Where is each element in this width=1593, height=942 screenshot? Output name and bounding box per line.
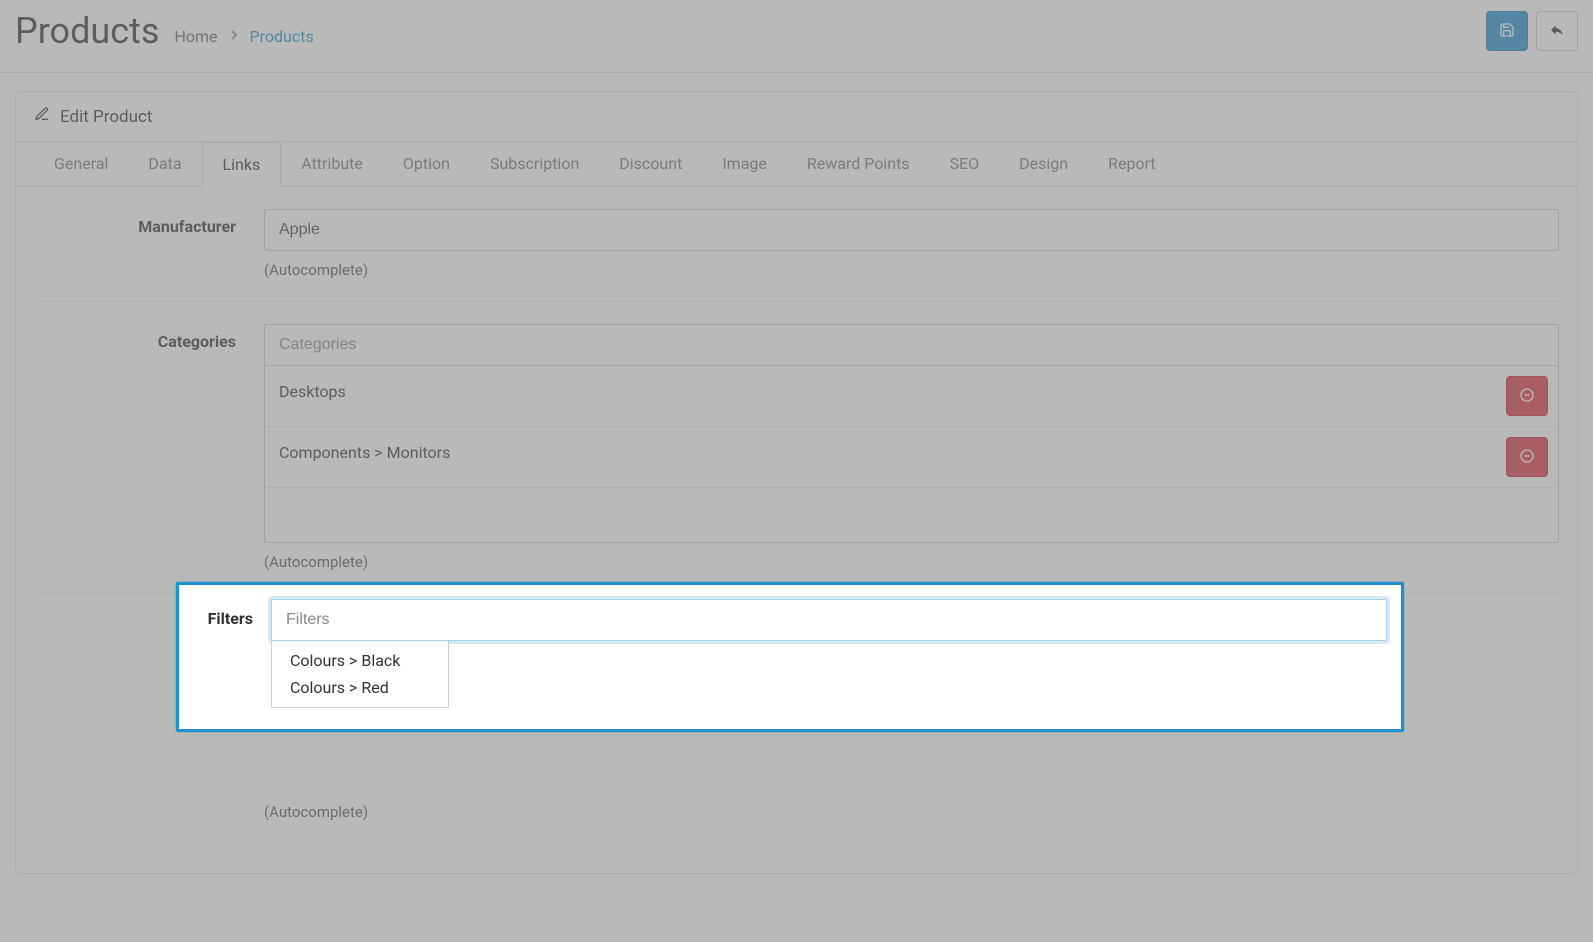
category-label: Desktops — [279, 376, 346, 401]
filters-help: (Autocomplete) — [264, 803, 1559, 821]
field-manufacturer: Manufacturer (Autocomplete) — [34, 187, 1559, 301]
categories-list: Desktops Components > Monitors — [264, 366, 1559, 543]
minus-circle-icon — [1519, 448, 1535, 467]
tab-attribute[interactable]: Attribute — [281, 142, 383, 186]
tab-report[interactable]: Report — [1088, 142, 1176, 186]
tab-reward-points[interactable]: Reward Points — [787, 142, 930, 186]
filters-label: Filters — [193, 599, 271, 709]
tab-seo[interactable]: SEO — [930, 142, 1000, 186]
tab-design[interactable]: Design — [999, 142, 1088, 186]
minus-circle-icon — [1519, 387, 1535, 406]
categories-input[interactable] — [264, 324, 1559, 366]
tab-links[interactable]: Links — [202, 142, 282, 187]
remove-category-button[interactable] — [1506, 437, 1548, 477]
categories-help: (Autocomplete) — [264, 553, 1559, 571]
panel-heading: Edit Product — [16, 92, 1577, 142]
filters-option[interactable]: Colours > Black — [272, 647, 448, 674]
header-buttons — [1486, 11, 1578, 51]
pencil-icon — [34, 106, 50, 127]
filters-input[interactable] — [271, 599, 1387, 641]
manufacturer-label: Manufacturer — [34, 209, 264, 279]
manufacturer-input[interactable] — [264, 209, 1559, 251]
category-row: Components > Monitors — [265, 427, 1558, 488]
tab-discount[interactable]: Discount — [599, 142, 702, 186]
tab-data[interactable]: Data — [128, 142, 201, 186]
filters-spotlight: Filters Colours > BlackColours > Red — [176, 582, 1404, 732]
back-button[interactable] — [1536, 11, 1578, 51]
tab-general[interactable]: General — [34, 142, 128, 186]
category-row: Desktops — [265, 366, 1558, 427]
page-title: Products — [15, 10, 159, 52]
page-header: Products Home Products — [0, 0, 1593, 73]
filters-autocomplete-dropdown: Colours > BlackColours > Red — [271, 641, 449, 708]
floppy-disk-icon — [1499, 22, 1515, 41]
panel-heading-text: Edit Product — [60, 107, 152, 127]
product-tabs: GeneralDataLinksAttributeOptionSubscript… — [16, 142, 1577, 187]
filters-option[interactable]: Colours > Red — [272, 674, 448, 701]
category-label: Components > Monitors — [279, 437, 450, 462]
category-row-empty — [265, 488, 1558, 542]
categories-label: Categories — [34, 324, 264, 571]
breadcrumb-current[interactable]: Products — [250, 27, 314, 46]
breadcrumb: Home Products — [174, 27, 313, 46]
manufacturer-help: (Autocomplete) — [264, 261, 1559, 279]
edit-product-panel: Edit Product GeneralDataLinksAttributeOp… — [15, 91, 1578, 874]
save-button[interactable] — [1486, 11, 1528, 51]
tab-option[interactable]: Option — [383, 142, 470, 186]
reply-arrow-icon — [1549, 22, 1565, 41]
tab-image[interactable]: Image — [702, 142, 787, 186]
chevron-right-icon — [226, 27, 242, 46]
tab-subscription[interactable]: Subscription — [470, 142, 599, 186]
remove-category-button[interactable] — [1506, 376, 1548, 416]
form-body: Manufacturer (Autocomplete) Categories D… — [16, 187, 1577, 873]
field-categories: Categories Desktops Components > Monitors… — [34, 301, 1559, 593]
breadcrumb-home[interactable]: Home — [174, 27, 217, 46]
